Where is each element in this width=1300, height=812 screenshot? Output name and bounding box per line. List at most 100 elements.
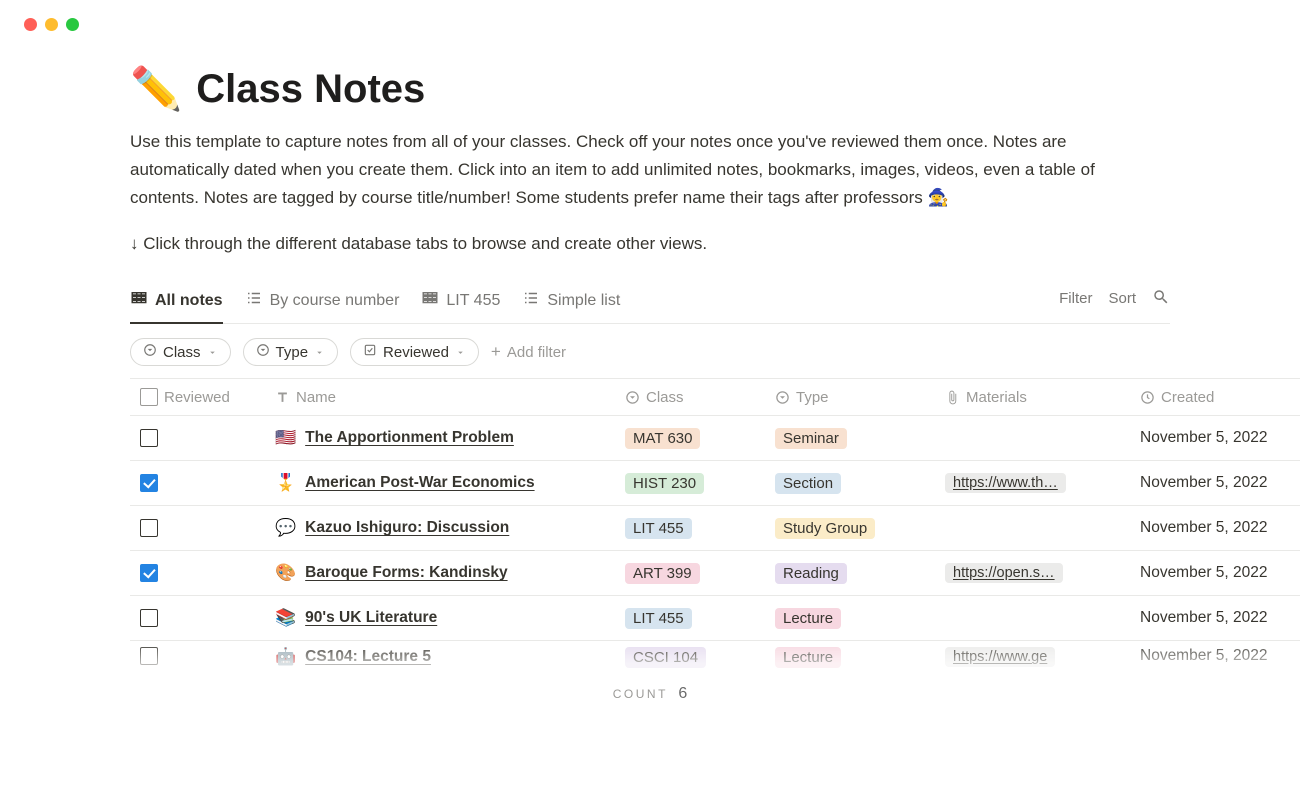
close-window-icon[interactable] <box>24 18 37 31</box>
filter-reviewed[interactable]: Reviewed <box>350 338 479 366</box>
view-tab-lit-455[interactable]: LIT 455 <box>421 283 500 324</box>
table-header: Reviewed Name Class Type Materials Creat… <box>130 378 1300 416</box>
filter-label: Reviewed <box>383 344 449 361</box>
select-icon <box>256 343 270 361</box>
add-filter-button[interactable]: + Add filter <box>491 342 566 362</box>
column-created[interactable]: Created <box>1130 389 1300 406</box>
view-tab-simple-list[interactable]: Simple list <box>522 283 620 324</box>
page-icon[interactable]: ✏️ <box>130 65 182 114</box>
page-header: ✏️ Class Notes <box>130 65 1300 114</box>
column-class[interactable]: Class <box>615 389 765 406</box>
search-icon[interactable] <box>1152 288 1170 310</box>
type-tag[interactable]: Section <box>775 473 841 494</box>
created-date: November 5, 2022 <box>1130 474 1300 492</box>
sort-button[interactable]: Sort <box>1108 290 1136 307</box>
class-tag[interactable]: LIT 455 <box>625 608 692 629</box>
class-tag[interactable]: CSCI 104 <box>625 647 706 668</box>
filter-label: Type <box>276 344 309 361</box>
chevron-down-icon <box>314 347 325 358</box>
filter-type[interactable]: Type <box>243 338 339 366</box>
column-reviewed[interactable]: Reviewed <box>130 388 265 406</box>
note-title[interactable]: American Post-War Economics <box>305 474 534 492</box>
clock-icon <box>1140 390 1155 405</box>
column-class-label: Class <box>646 389 684 406</box>
filter-class[interactable]: Class <box>130 338 231 366</box>
attachment-icon <box>945 390 960 405</box>
window-traffic-lights <box>0 0 1300 31</box>
table-row[interactable]: 🇺🇸 The Apportionment Problem MAT 630 Semina… <box>130 416 1300 461</box>
reviewed-checkbox[interactable] <box>140 564 158 582</box>
type-tag[interactable]: Seminar <box>775 428 847 449</box>
filter-label: Class <box>163 344 201 361</box>
table-row[interactable]: 💬 Kazuo Ishiguro: Discussion LIT 455 Study … <box>130 506 1300 551</box>
created-date: November 5, 2022 <box>1130 609 1300 627</box>
reviewed-checkbox[interactable] <box>140 429 158 447</box>
add-filter-label: Add filter <box>507 344 566 361</box>
view-tab-label: Simple list <box>547 292 620 310</box>
column-name[interactable]: Name <box>265 389 615 406</box>
notes-table: Reviewed Name Class Type Materials Creat… <box>130 378 1300 669</box>
table-row[interactable]: 🤖 CS104: Lecture 5 CSCI 104 Lecture https://… <box>130 641 1300 669</box>
column-materials-label: Materials <box>966 389 1027 406</box>
column-reviewed-label: Reviewed <box>164 389 230 406</box>
count-label: COUNT <box>613 687 668 701</box>
row-icon: 🎖️ <box>275 473 296 493</box>
row-icon: 🎨 <box>275 563 296 583</box>
filter-button[interactable]: Filter <box>1059 290 1092 307</box>
plus-icon: + <box>491 342 501 362</box>
reviewed-checkbox[interactable] <box>140 609 158 627</box>
row-icon: 🇺🇸 <box>275 428 296 448</box>
view-tab-all-notes[interactable]: All notes <box>130 283 223 324</box>
table-row[interactable]: 📚90's UK LiteratureLIT 455LectureNovembe… <box>130 596 1300 641</box>
note-title[interactable]: Kazuo Ishiguro: Discussion <box>305 519 509 537</box>
select-icon <box>775 390 790 405</box>
created-date: November 5, 2022 <box>1130 519 1300 537</box>
table-row[interactable]: 🎨 Baroque Forms: Kandinsky ART 399 Reading h… <box>130 551 1300 596</box>
type-tag[interactable]: Lecture <box>775 647 841 668</box>
view-tab-label: LIT 455 <box>446 292 500 310</box>
row-icon: 💬 <box>275 518 296 538</box>
note-title[interactable]: Baroque Forms: Kandinsky <box>305 564 507 582</box>
column-type-label: Type <box>796 389 829 406</box>
note-title[interactable]: The Apportionment Problem <box>305 429 514 447</box>
class-tag[interactable]: HIST 230 <box>625 473 704 494</box>
chevron-down-icon <box>207 347 218 358</box>
column-materials[interactable]: Materials <box>935 389 1130 406</box>
database-view-bar: All notes By course number LIT 455 Simple l… <box>130 282 1170 324</box>
list-icon <box>522 289 540 312</box>
type-tag[interactable]: Lecture <box>775 608 841 629</box>
class-tag[interactable]: ART 399 <box>625 563 700 584</box>
column-created-label: Created <box>1161 389 1214 406</box>
view-tab-label: All notes <box>155 292 223 310</box>
select-icon <box>143 343 157 361</box>
page-description[interactable]: Use this template to capture notes from … <box>130 128 1150 212</box>
table-icon <box>421 289 439 312</box>
minimize-window-icon[interactable] <box>45 18 58 31</box>
view-tab-by-course-number[interactable]: By course number <box>245 283 400 324</box>
filter-row: Class Type Reviewed + Add filter <box>130 324 1300 378</box>
table-row[interactable]: 🎖️ American Post-War Economics HIST 230 Sec… <box>130 461 1300 506</box>
text-icon <box>275 390 290 405</box>
page-title[interactable]: Class Notes <box>196 67 425 112</box>
checkbox-icon <box>363 343 377 361</box>
column-type[interactable]: Type <box>765 389 935 406</box>
reviewed-checkbox[interactable] <box>140 647 158 665</box>
chevron-down-icon <box>455 347 466 358</box>
row-icon: 🤖 <box>275 647 296 667</box>
materials-link[interactable]: https://www.th… <box>945 473 1066 493</box>
reviewed-checkbox[interactable] <box>140 519 158 537</box>
checkbox-icon <box>140 388 158 406</box>
note-title[interactable]: CS104: Lecture 5 <box>305 648 431 666</box>
page-hint: ↓ Click through the different database t… <box>130 234 1300 254</box>
class-tag[interactable]: LIT 455 <box>625 518 692 539</box>
row-count: COUNT 6 <box>130 669 1170 703</box>
type-tag[interactable]: Reading <box>775 563 847 584</box>
class-tag[interactable]: MAT 630 <box>625 428 700 449</box>
reviewed-checkbox[interactable] <box>140 474 158 492</box>
note-title[interactable]: 90's UK Literature <box>305 609 437 627</box>
maximize-window-icon[interactable] <box>66 18 79 31</box>
created-date: November 5, 2022 <box>1130 647 1300 665</box>
materials-link[interactable]: https://www.ge <box>945 647 1055 667</box>
materials-link[interactable]: https://open.s… <box>945 563 1063 583</box>
type-tag[interactable]: Study Group <box>775 518 875 539</box>
